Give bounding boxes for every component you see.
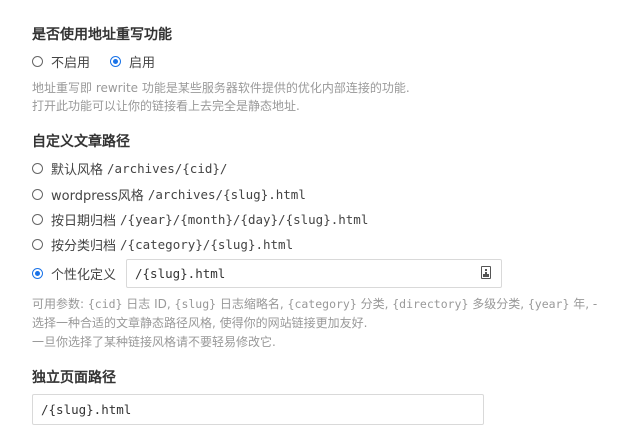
param-directory: {directory}	[392, 297, 469, 311]
post-path-option-date: 按日期归档 /{year}/{month}/{day}/{slug}.html	[32, 210, 368, 229]
post-path-params-help: 可用参数: {cid} 日志 ID, {slug} 日志缩略名, {catego…	[32, 295, 597, 313]
password-manager-icon[interactable]	[481, 266, 491, 279]
param-slug: {slug}	[174, 297, 217, 311]
rewrite-disable-radio[interactable]	[32, 56, 43, 67]
post-path-default-pattern: /archives/{cid}/	[107, 161, 228, 176]
rewrite-description-line1: 地址重写即 rewrite 功能是某些服务器软件提供的优化内部连接的功能.	[32, 81, 410, 95]
post-path-date-pattern: /{year}/{month}/{day}/{slug}.html	[120, 212, 369, 227]
rewrite-enable-label[interactable]: 启用	[129, 52, 155, 71]
param-year-desc: 年, -	[569, 297, 598, 311]
page-path-value: /{slug}.html	[41, 402, 132, 417]
rewrite-disable-label[interactable]: 不启用	[51, 52, 90, 71]
param-slug-desc: 日志缩略名,	[216, 297, 288, 311]
param-year: {year}	[527, 297, 570, 311]
post-path-description-line2: 选择一种合适的文章静态路径风格, 使得你的网站链接更加友好.	[32, 316, 368, 330]
post-path-default-radio[interactable]	[32, 163, 43, 174]
rewrite-options: 不启用 启用	[32, 52, 155, 71]
post-path-date-label[interactable]: 按日期归档	[51, 210, 116, 229]
post-path-custom-radio[interactable]	[32, 268, 43, 279]
param-category-desc: 分类,	[356, 297, 393, 311]
page-path-input[interactable]: /{slug}.html	[32, 394, 484, 425]
post-path-custom-label[interactable]: 个性化定义	[51, 264, 116, 283]
param-cid-desc: 日志 ID,	[122, 297, 175, 311]
rewrite-section-title: 是否使用地址重写功能	[32, 27, 172, 43]
params-prefix: 可用参数:	[32, 297, 88, 311]
page-path-section-title: 独立页面路径	[32, 370, 116, 386]
post-path-option-wordpress: wordpress风格 /archives/{slug}.html	[32, 185, 306, 204]
post-path-option-default: 默认风格 /archives/{cid}/	[32, 159, 227, 178]
post-path-category-label[interactable]: 按分类归档	[51, 235, 116, 254]
post-path-category-pattern: /{category}/{slug}.html	[120, 237, 294, 252]
post-path-section-title: 自定义文章路径	[32, 134, 130, 150]
custom-post-path-input[interactable]: /{slug}.html	[126, 259, 502, 288]
custom-post-path-value: /{slug}.html	[135, 266, 226, 281]
post-path-default-label[interactable]: 默认风格	[51, 159, 103, 178]
rewrite-description-line2: 打开此功能可以让你的链接看上去完全是静态地址.	[32, 99, 300, 113]
permalink-settings-form: 是否使用地址重写功能 不启用 启用 地址重写即 rewrite 功能是某些服务器…	[32, 0, 617, 429]
post-path-description-line3: 一旦你选择了某种链接风格请不要轻易修改它.	[32, 335, 276, 349]
param-category: {category}	[287, 297, 357, 311]
rewrite-enable-radio[interactable]	[110, 56, 122, 67]
param-directory-desc: 多级分类,	[468, 297, 528, 311]
post-path-option-custom: 个性化定义	[32, 264, 116, 283]
post-path-category-radio[interactable]	[32, 239, 43, 250]
post-path-option-category: 按分类归档 /{category}/{slug}.html	[32, 235, 293, 254]
post-path-wordpress-pattern: /archives/{slug}.html	[147, 187, 306, 202]
post-path-date-radio[interactable]	[32, 214, 43, 225]
post-path-wordpress-label[interactable]: wordpress风格	[51, 185, 144, 204]
param-cid: {cid}	[87, 297, 123, 311]
post-path-wordpress-radio[interactable]	[32, 189, 43, 200]
